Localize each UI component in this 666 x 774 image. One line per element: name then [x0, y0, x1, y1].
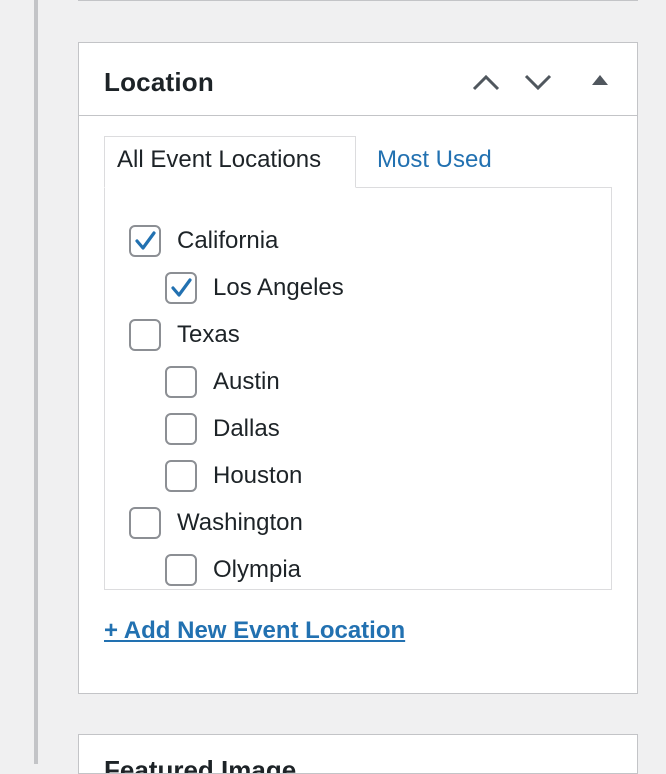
location-metabox: Location All Event Locations Most Used C… [78, 42, 638, 694]
metabox-title: Featured Image [104, 755, 297, 774]
featured-image-metabox: Featured Image [78, 734, 638, 774]
move-up-button[interactable] [471, 67, 501, 97]
location-item: California [129, 224, 278, 258]
location-checkbox[interactable] [165, 460, 197, 492]
location-checkbox[interactable] [165, 413, 197, 445]
location-item: Washington [129, 506, 303, 540]
location-item: Olympia [165, 553, 301, 587]
location-checkbox[interactable] [165, 272, 197, 304]
location-label: Olympia [213, 556, 302, 583]
location-item: Austin [165, 365, 280, 399]
chevron-up-icon [472, 74, 500, 91]
tab-all-event-locations[interactable]: All Event Locations [104, 136, 356, 188]
location-label: California [177, 227, 279, 254]
location-item: Los Angeles [165, 271, 344, 305]
location-checklist-panel[interactable]: California Los Angeles Texas Austin Dallas Ho… [104, 187, 612, 590]
location-item: Dallas [165, 412, 280, 446]
location-checkbox[interactable] [165, 366, 197, 398]
tab-most-used[interactable]: Most Used [377, 146, 492, 174]
location-label: Washington [177, 509, 303, 536]
triangle-up-icon [592, 75, 608, 85]
admin-sidebar-edge [0, 0, 34, 764]
chevron-down-icon [524, 74, 552, 91]
location-item: Texas [129, 318, 240, 352]
location-checkbox[interactable] [165, 554, 197, 586]
location-item: Houston [165, 459, 302, 493]
location-label: Dallas [213, 415, 280, 442]
location-checkbox[interactable] [129, 225, 161, 257]
metabox-title: Location [104, 67, 214, 97]
location-label: Austin [213, 368, 280, 395]
location-checkbox[interactable] [129, 507, 161, 539]
previous-panel [78, 0, 638, 1]
location-label: Houston [213, 462, 303, 489]
checkmark-icon [135, 231, 156, 250]
toggle-panel-button[interactable] [585, 67, 615, 97]
metabox-header: Location [79, 43, 637, 116]
location-checkbox[interactable] [129, 319, 161, 351]
move-down-button[interactable] [523, 67, 553, 97]
sidebar-divider [34, 0, 38, 764]
add-new-event-location-link[interactable]: + Add New Event Location [104, 617, 405, 645]
checkmark-icon [171, 278, 192, 297]
location-label: Los Angeles [213, 274, 344, 301]
location-label: Texas [177, 321, 240, 348]
